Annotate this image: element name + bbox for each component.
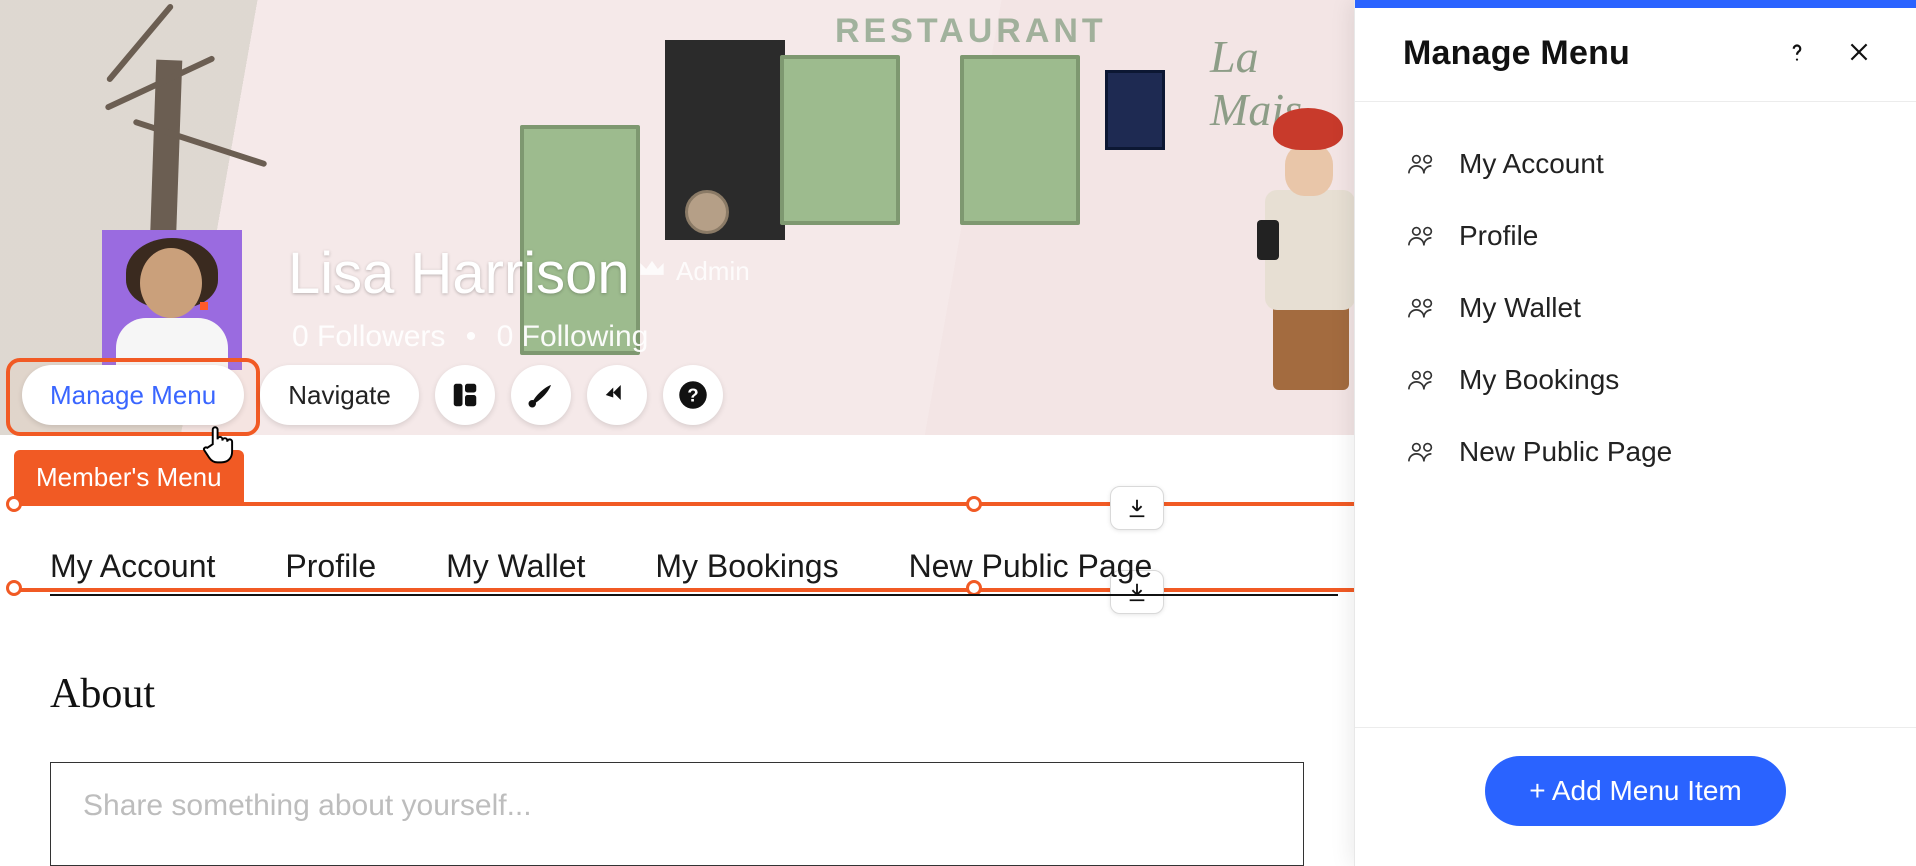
tab-new-public-page[interactable]: New Public Page [909, 548, 1153, 585]
menu-item-my-bookings[interactable]: My Bookings [1401, 344, 1900, 416]
help-icon: ? [678, 380, 708, 410]
tabs-underline [50, 594, 1338, 596]
member-menu-tabs: My Account Profile My Wallet My Bookings… [50, 548, 1152, 585]
selection-tag[interactable]: Member's Menu [14, 450, 244, 505]
tab-my-bookings[interactable]: My Bookings [655, 548, 838, 585]
people-icon [1407, 367, 1437, 393]
close-icon [1846, 39, 1872, 65]
people-icon [1407, 439, 1437, 465]
animation-button[interactable] [587, 365, 647, 425]
drag-handle[interactable] [966, 496, 982, 512]
about-textbox[interactable] [50, 762, 1304, 866]
menu-item-profile[interactable]: Profile [1401, 200, 1900, 272]
panel-menu-list: My Account Profile My Wallet My Bookings… [1355, 102, 1916, 727]
manage-menu-button[interactable]: Manage Menu [22, 365, 244, 425]
about-heading: About [50, 670, 155, 718]
profile-name: Lisa Harrison [288, 240, 630, 307]
bg-shutter [960, 55, 1080, 225]
bg-plaque [1105, 70, 1165, 150]
about-input[interactable] [83, 789, 1271, 823]
panel-accent-bar [1355, 0, 1916, 8]
menu-item-label: Profile [1459, 220, 1538, 252]
crown-icon [638, 258, 666, 280]
separator-dot: • [466, 320, 477, 353]
brush-icon [526, 380, 556, 410]
tab-my-account[interactable]: My Account [50, 548, 215, 585]
download-icon [1126, 497, 1148, 519]
avatar[interactable] [102, 230, 242, 370]
bg-doorknob [685, 190, 729, 234]
menu-item-my-account[interactable]: My Account [1401, 128, 1900, 200]
manage-menu-panel: Manage Menu My Account Profile M [1354, 0, 1916, 866]
follow-stats: 0 Followers • 0 Following [292, 320, 648, 354]
help-button[interactable]: ? [663, 365, 723, 425]
tab-profile[interactable]: Profile [285, 548, 376, 585]
attach-top-button[interactable] [1110, 486, 1164, 530]
background-sign-restaurant: RESTAURANT [835, 12, 1107, 51]
editor-toolbar: Manage Menu Navigate ? [10, 365, 723, 425]
panel-title: Manage Menu [1403, 34, 1630, 73]
bg-person [1255, 100, 1365, 420]
profile-role: Admin [676, 256, 750, 287]
panel-footer: + Add Menu Item [1355, 727, 1916, 866]
menu-item-label: My Bookings [1459, 364, 1619, 396]
panel-help-button[interactable] [1780, 35, 1814, 72]
layout-icon [450, 380, 480, 410]
layout-button[interactable] [435, 365, 495, 425]
resize-handle[interactable] [6, 496, 22, 512]
menu-item-new-public-page[interactable]: New Public Page [1401, 416, 1900, 488]
panel-header: Manage Menu [1355, 8, 1916, 102]
panel-close-button[interactable] [1842, 35, 1876, 72]
help-icon [1784, 39, 1810, 65]
menu-item-label: New Public Page [1459, 436, 1672, 468]
menu-item-label: My Account [1459, 148, 1604, 180]
menu-item-label: My Wallet [1459, 292, 1581, 324]
bg-shutter [780, 55, 900, 225]
svg-text:?: ? [687, 384, 698, 405]
people-icon [1407, 295, 1437, 321]
people-icon [1407, 151, 1437, 177]
tab-my-wallet[interactable]: My Wallet [446, 548, 585, 585]
motion-icon [602, 380, 632, 410]
people-icon [1407, 223, 1437, 249]
following-count: 0 Following [497, 320, 649, 353]
navigate-button[interactable]: Navigate [260, 365, 419, 425]
resize-handle[interactable] [6, 580, 22, 596]
followers-count: 0 Followers [292, 320, 445, 353]
design-button[interactable] [511, 365, 571, 425]
add-menu-item-button[interactable]: + Add Menu Item [1485, 756, 1785, 826]
menu-item-my-wallet[interactable]: My Wallet [1401, 272, 1900, 344]
